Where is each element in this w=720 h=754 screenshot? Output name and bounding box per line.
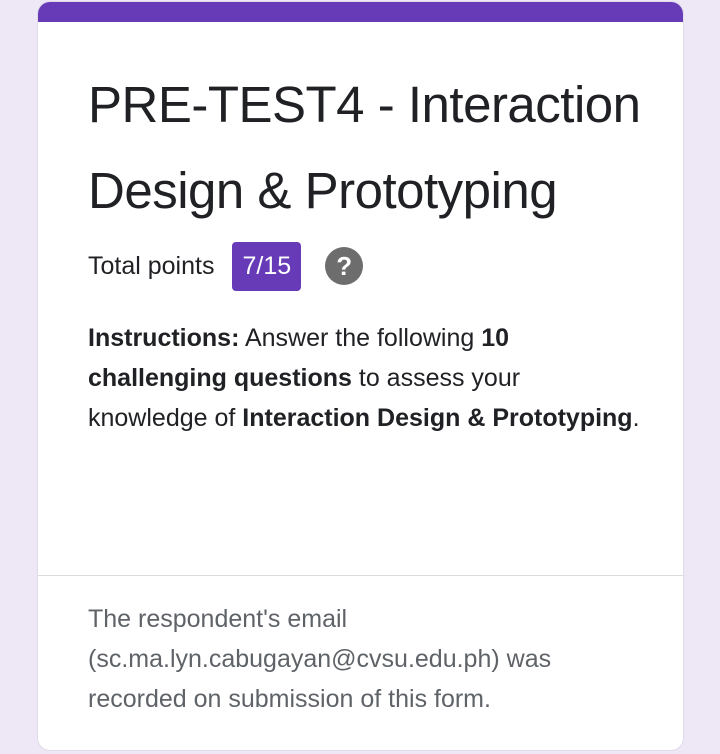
divider [38, 575, 683, 576]
form-description: Instructions: Answer the following 10 ch… [88, 318, 643, 438]
score-badge: 7/15 [232, 241, 302, 291]
total-points-label: Total points [88, 251, 215, 280]
form-header-card: PRE-TEST4 - Interaction Design & Prototy… [38, 2, 683, 750]
help-icon[interactable]: ? [325, 247, 364, 285]
email-notice: The respondent's email (sc.ma.lyn.cabuga… [88, 605, 552, 713]
total-points-row: Total points 7/15 ? [88, 238, 683, 294]
instr-text: Answer the following [239, 324, 482, 352]
form-title: PRE-TEST4 - Interaction Design & Prototy… [88, 76, 641, 219]
accent-bar [38, 2, 683, 22]
instr-text: . [632, 404, 640, 432]
instr-bold: Interaction Design & Prototyping [242, 404, 633, 432]
instructions-label: Instructions: [88, 324, 240, 352]
